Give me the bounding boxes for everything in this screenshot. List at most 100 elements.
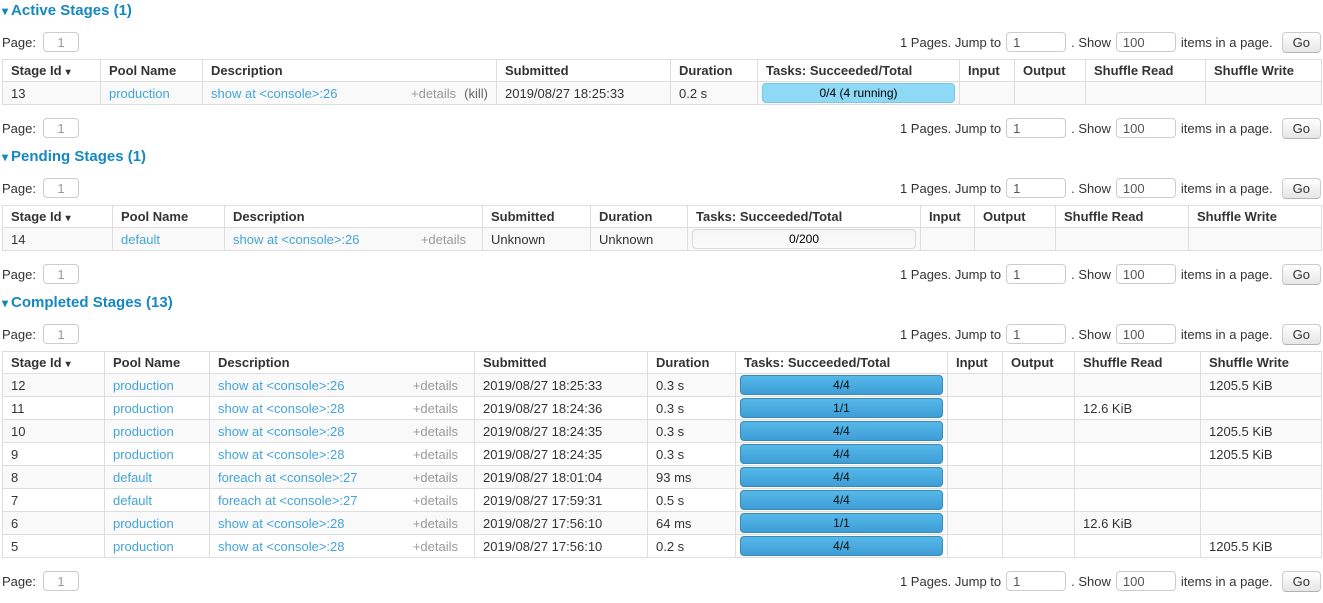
col-output[interactable]: Output [1015,60,1086,82]
details-toggle[interactable]: +details [413,470,458,485]
details-toggle[interactable]: +details [413,378,458,393]
details-toggle[interactable]: +details [413,539,458,554]
page-number-input[interactable] [43,324,79,344]
col-description[interactable]: Description [203,60,497,82]
pool-name-link[interactable]: production [109,86,170,101]
pool-name-link[interactable]: production [113,401,174,416]
pagination-bar: Page: 1 Pages. Jump to . Show items in a… [2,323,1321,345]
col-pool-name[interactable]: Pool Name [101,60,203,82]
output-cell [975,228,1056,251]
description-link[interactable]: show at <console>:26 [233,232,359,247]
go-button[interactable]: Go [1282,118,1321,139]
go-button[interactable]: Go [1282,324,1321,345]
jump-to-input[interactable] [1006,32,1066,52]
details-toggle[interactable]: +details [411,86,456,101]
details-toggle[interactable]: +details [413,516,458,531]
col-input[interactable]: Input [948,352,1003,374]
active-stages-heading[interactable]: ▾Active Stages (1) [2,3,1321,19]
go-button[interactable]: Go [1282,264,1321,285]
kill-link[interactable]: (kill) [464,86,488,101]
completed-stages-heading[interactable]: ▾Completed Stages (13) [2,295,1321,311]
go-button[interactable]: Go [1282,32,1321,53]
col-shuffle-read[interactable]: Shuffle Read [1056,206,1189,228]
description-link[interactable]: show at <console>:26 [218,378,344,393]
col-shuffle-read[interactable]: Shuffle Read [1075,352,1201,374]
col-duration[interactable]: Duration [648,352,736,374]
col-duration[interactable]: Duration [671,60,758,82]
description-link[interactable]: show at <console>:26 [211,86,337,101]
col-submitted[interactable]: Submitted [497,60,671,82]
col-pool-name[interactable]: Pool Name [113,206,225,228]
jump-to-input[interactable] [1006,324,1066,344]
jump-to-input[interactable] [1006,118,1066,138]
pool-name-link[interactable]: production [113,378,174,393]
col-output[interactable]: Output [975,206,1056,228]
go-button[interactable]: Go [1282,178,1321,199]
page-number-input[interactable] [43,118,79,138]
tasks-progress-bar: 1/1 [740,398,943,418]
tasks-progress-label: 4/4 [833,378,850,392]
page-number-input[interactable] [43,178,79,198]
col-output[interactable]: Output [1003,352,1075,374]
description-link[interactable]: show at <console>:28 [218,447,344,462]
col-submitted[interactable]: Submitted [483,206,591,228]
details-toggle[interactable]: +details [413,401,458,416]
details-toggle[interactable]: +details [413,424,458,439]
pool-name-link[interactable]: production [113,516,174,531]
col-input[interactable]: Input [921,206,975,228]
jump-to-input[interactable] [1006,571,1066,591]
pool-name-link[interactable]: default [113,493,152,508]
col-tasks[interactable]: Tasks: Succeeded/Total [688,206,921,228]
show-count-input[interactable] [1116,264,1176,284]
col-input[interactable]: Input [960,60,1015,82]
col-stage-id[interactable]: Stage Id▾ [3,206,113,228]
show-count-input[interactable] [1116,324,1176,344]
col-tasks[interactable]: Tasks: Succeeded/Total [736,352,948,374]
duration-cell: 0.2 s [671,82,758,105]
duration-cell: 93 ms [648,466,736,489]
pool-name-cell: production [101,82,203,105]
page-selector: Page: [2,571,79,591]
pool-name-link[interactable]: default [121,232,160,247]
page-number-input[interactable] [43,571,79,591]
pool-name-link[interactable]: default [113,470,152,485]
page-number-input[interactable] [43,32,79,52]
col-stage-id[interactable]: Stage Id▾ [3,60,101,82]
pages-count-text: 1 Pages. Jump to [900,35,1001,50]
jump-to-input[interactable] [1006,178,1066,198]
description-link[interactable]: show at <console>:28 [218,539,344,554]
description-link[interactable]: foreach at <console>:27 [218,470,358,485]
tasks-progress-label: 4/4 [833,424,850,438]
col-pool-name[interactable]: Pool Name [105,352,210,374]
details-toggle[interactable]: +details [421,232,466,247]
table-row: 7 default foreach at <console>:27 +detai… [3,489,1322,512]
description-link[interactable]: show at <console>:28 [218,516,344,531]
description-link[interactable]: show at <console>:28 [218,401,344,416]
pool-name-link[interactable]: production [113,447,174,462]
col-shuffle-write[interactable]: Shuffle Write [1189,206,1322,228]
col-stage-id[interactable]: Stage Id▾ [3,352,105,374]
pool-name-link[interactable]: production [113,424,174,439]
col-description[interactable]: Description [225,206,483,228]
col-tasks[interactable]: Tasks: Succeeded/Total [758,60,960,82]
show-count-input[interactable] [1116,178,1176,198]
description-link[interactable]: foreach at <console>:27 [218,493,358,508]
collapse-caret-icon: ▾ [2,296,8,310]
col-shuffle-write[interactable]: Shuffle Write [1201,352,1322,374]
pool-name-link[interactable]: production [113,539,174,554]
details-toggle[interactable]: +details [413,447,458,462]
go-button[interactable]: Go [1282,571,1321,592]
col-submitted[interactable]: Submitted [475,352,648,374]
page-number-input[interactable] [43,264,79,284]
pending-stages-heading[interactable]: ▾Pending Stages (1) [2,149,1321,165]
col-description[interactable]: Description [210,352,475,374]
show-count-input[interactable] [1116,118,1176,138]
col-shuffle-write[interactable]: Shuffle Write [1206,60,1322,82]
show-count-input[interactable] [1116,571,1176,591]
col-duration[interactable]: Duration [591,206,688,228]
jump-to-input[interactable] [1006,264,1066,284]
details-toggle[interactable]: +details [413,493,458,508]
show-count-input[interactable] [1116,32,1176,52]
col-shuffle-read[interactable]: Shuffle Read [1086,60,1206,82]
description-link[interactable]: show at <console>:28 [218,424,344,439]
